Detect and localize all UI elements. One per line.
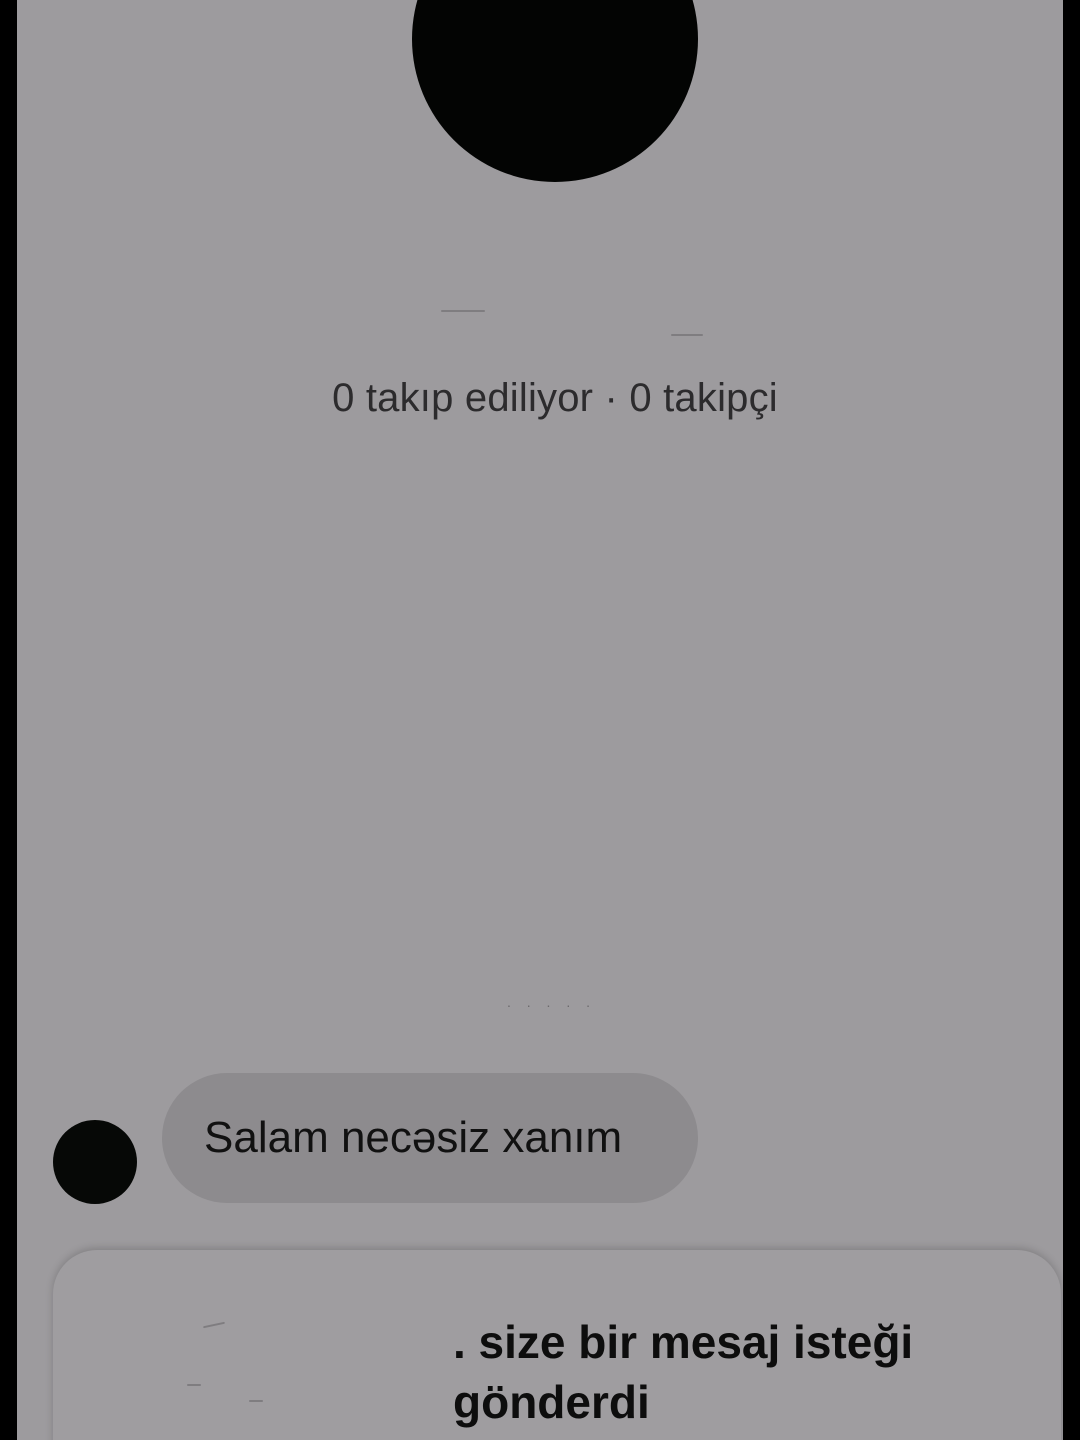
message-request-text: . size bir mesaj isteği gönderdi [453, 1316, 914, 1428]
redacted-sender-mark [203, 1321, 225, 1329]
message-text: Salam necəsiz xanım [204, 1113, 623, 1162]
redacted-username-mark [671, 334, 703, 336]
message-request-banner: . size bir mesaj isteği gönderdi [53, 1250, 1061, 1440]
message-bubble[interactable]: Salam necəsiz xanım [162, 1073, 698, 1203]
redacted-sender-mark [249, 1400, 263, 1402]
redacted-name-mark [441, 310, 485, 312]
sender-avatar[interactable] [53, 1120, 137, 1204]
redacted-sender-mark [187, 1384, 201, 1386]
profile-avatar[interactable] [412, 0, 698, 182]
timestamp-divider: . . . . . [507, 994, 597, 1010]
chat-screen: 0 takıp ediliyor · 0 takipçi . . . . . S… [17, 0, 1063, 1440]
profile-follow-stats: 0 takıp ediliyor · 0 takipçi [332, 376, 778, 420]
